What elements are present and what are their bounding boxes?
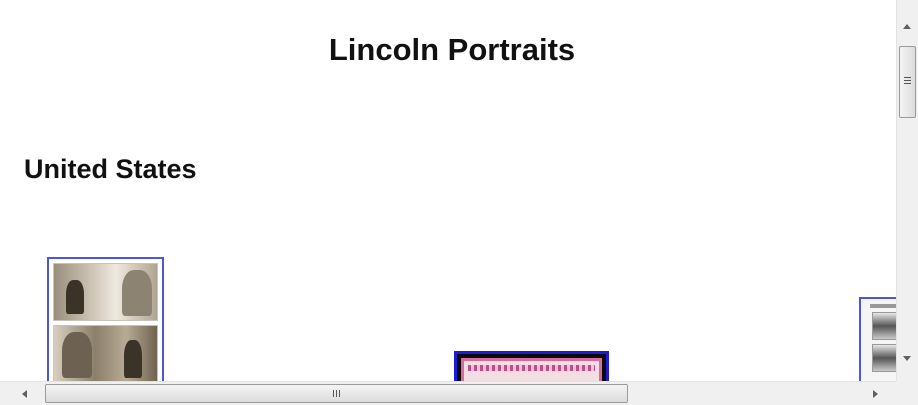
figure-shape [124,340,142,378]
scroll-down-arrow-icon[interactable] [903,356,911,361]
photo-image-bottom [872,344,896,372]
pink-stamp-image [461,358,602,381]
grip-line [904,83,911,84]
lincoln-photo-sheet-thumbnail[interactable] [859,297,896,381]
scroll-right-arrow-icon[interactable] [873,390,878,398]
grip-line [904,80,911,81]
horizontal-scroll-thumb[interactable] [45,384,628,403]
sheet-header-bar [870,304,896,308]
scroll-up-arrow-icon[interactable] [903,24,911,29]
scrollbar-corner [896,381,918,405]
page-viewport: Lincoln Portraits United States [0,0,896,381]
stamp-image-bottom [53,325,158,381]
grip-line [904,77,911,78]
portrait-shape [122,270,152,316]
grip-line [336,390,337,397]
grip-line [333,390,334,397]
lincoln-pink-stamp-thumbnail[interactable] [454,351,609,381]
grip-line [339,390,340,397]
vertical-scrollbar[interactable] [896,0,918,381]
figure-shape [66,280,84,314]
horizontal-scrollbar[interactable] [0,381,896,405]
vertical-scroll-thumb[interactable] [899,46,916,118]
scroll-left-arrow-icon[interactable] [22,390,27,398]
portrait-shape [62,332,92,378]
stamp-image-top [53,263,158,321]
photo-image-top [872,312,896,340]
section-heading-united-states: United States [24,154,197,184]
lincoln-stamp-pair-thumbnail[interactable] [47,257,164,381]
page-title: Lincoln Portraits [328,32,576,67]
